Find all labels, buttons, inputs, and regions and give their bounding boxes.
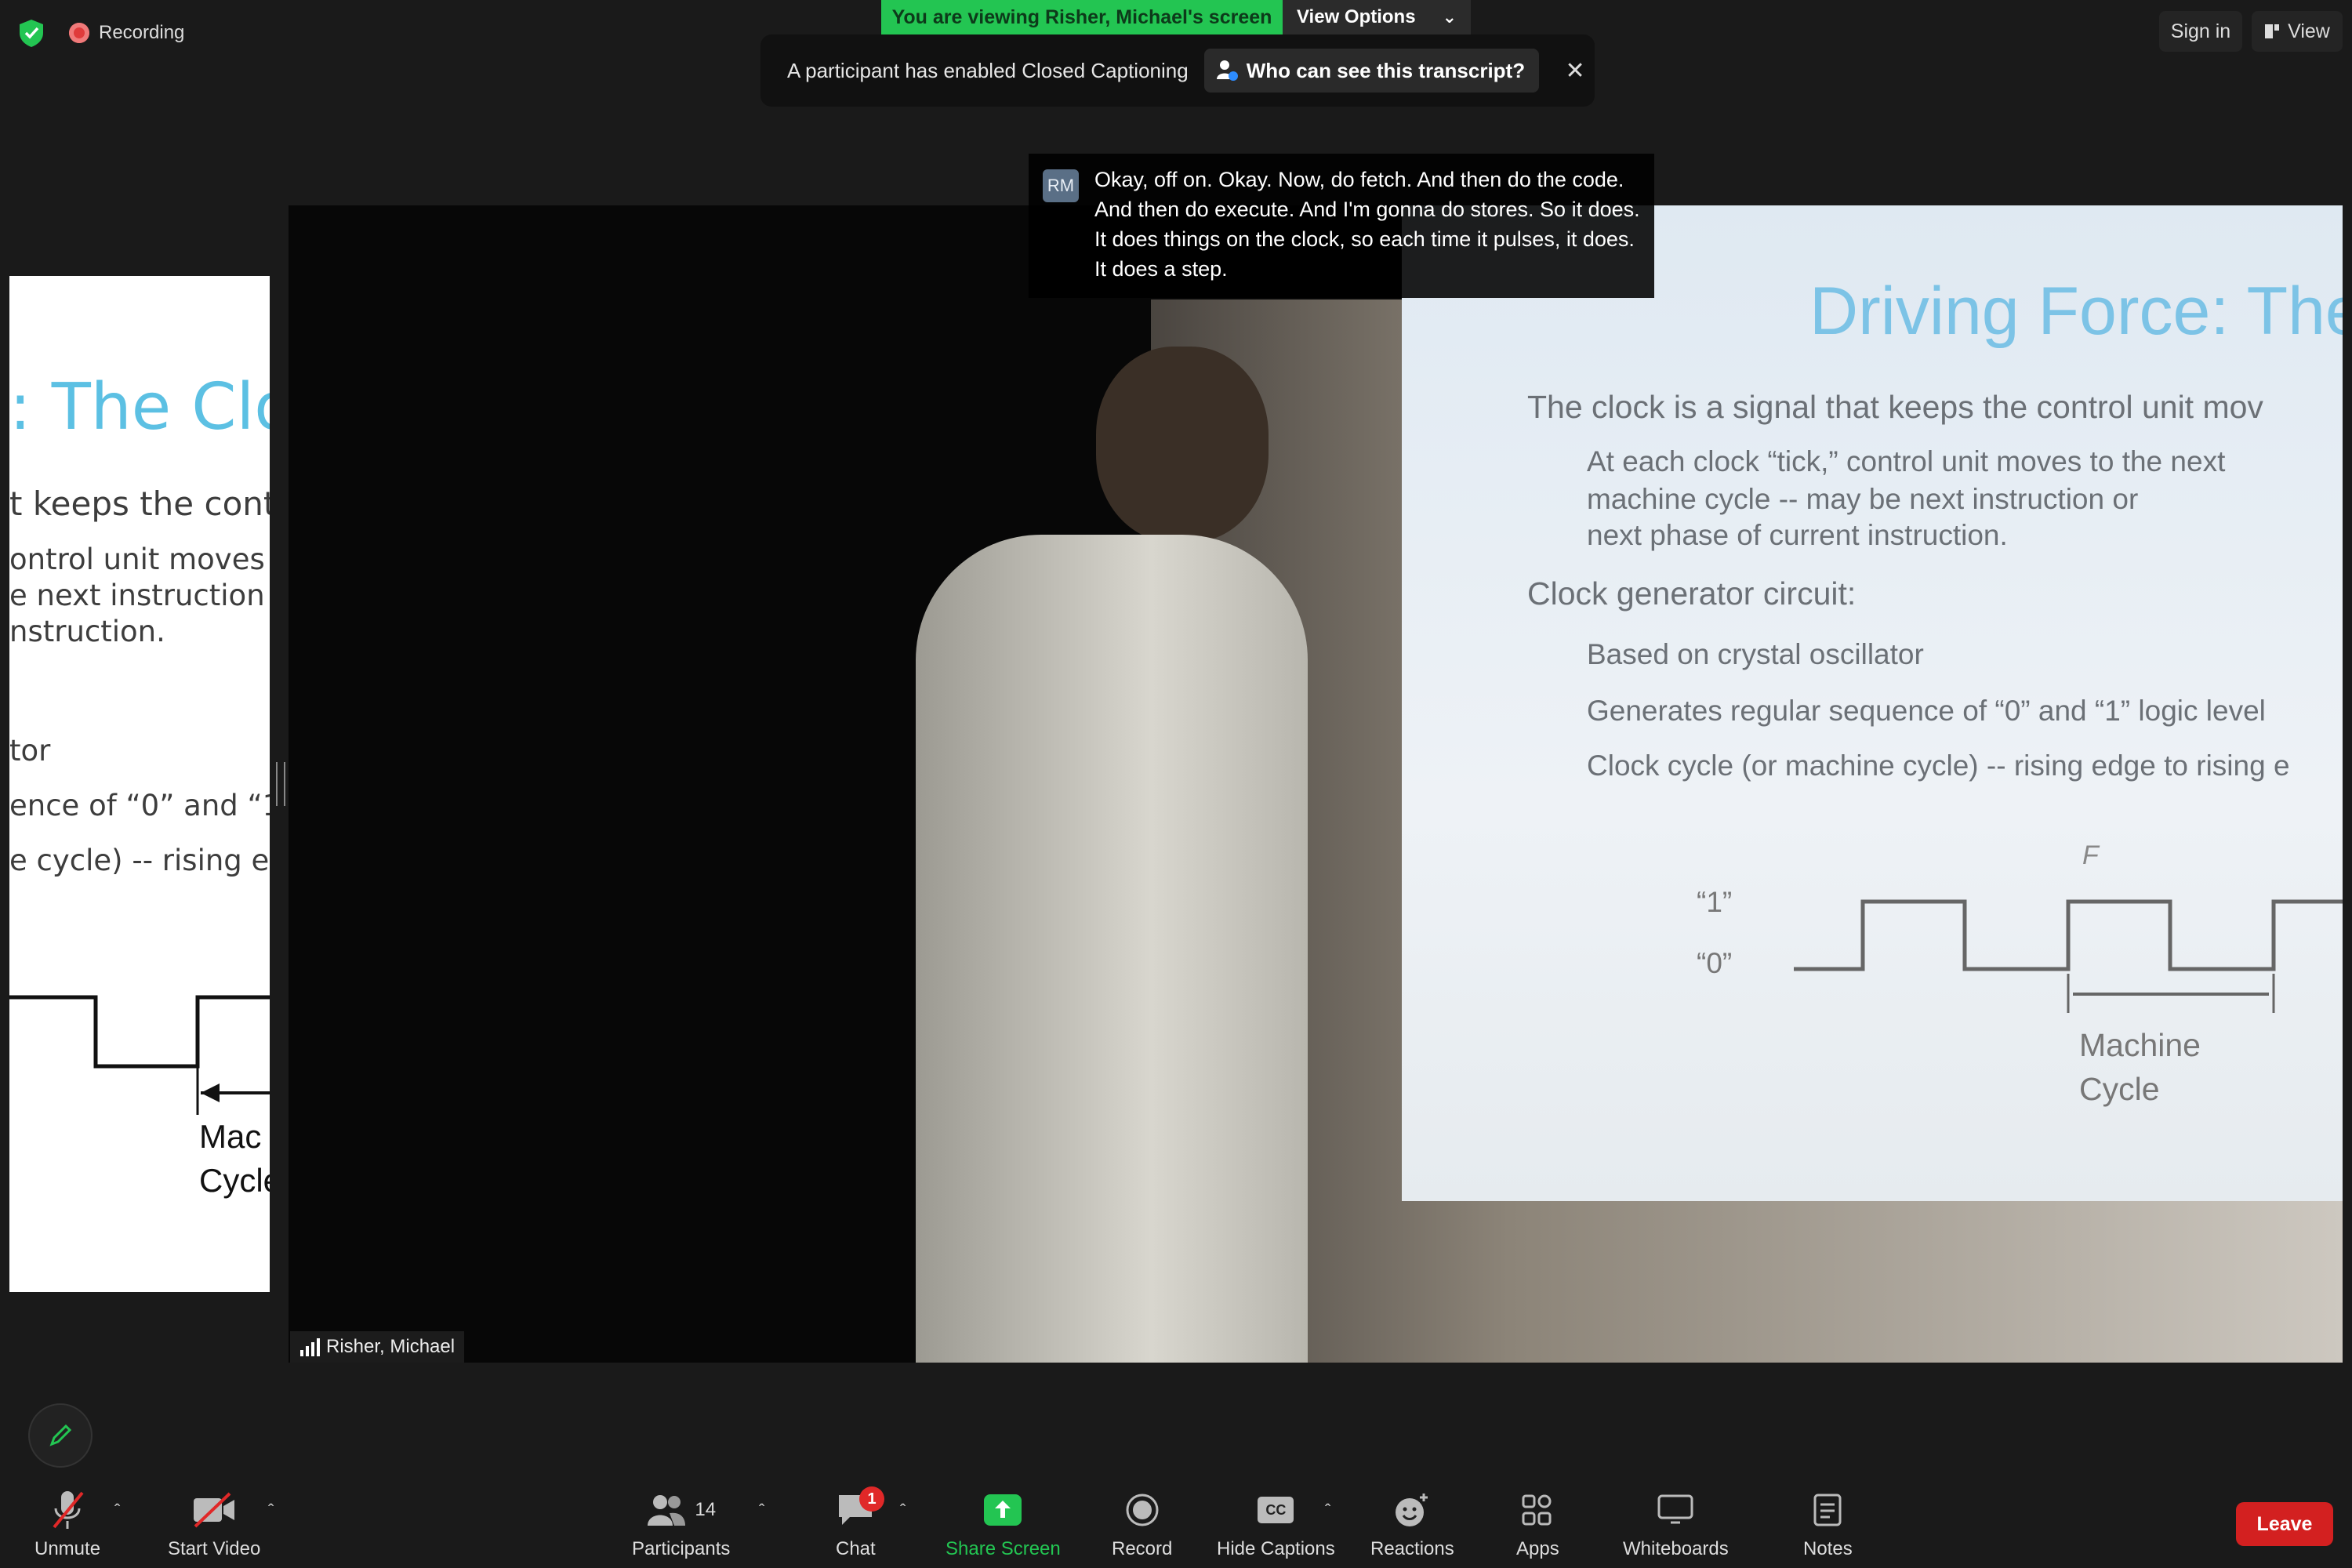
notes-icon [1813,1494,1842,1526]
security-shield-icon[interactable] [16,17,47,49]
slide-machine-label: Machine [2079,1027,2201,1063]
chevron-down-icon: ⌄ [1442,7,1457,27]
microphone-muted-icon [53,1491,84,1529]
reactions-button[interactable]: Reactions [1370,1486,1454,1560]
resize-handle[interactable] [276,762,285,806]
apps-icon [1522,1494,1552,1526]
sign-in-button[interactable]: Sign in [2159,11,2242,52]
shared-screen-thumbnail[interactable]: : The Clo t keeps the contro ontrol unit… [9,276,270,1292]
slide-text: Generates regular sequence of “0” and “1… [1587,695,2266,727]
participant-name-tag: Risher, Michael [290,1331,465,1363]
thumb-line: e next instruction o [9,579,270,612]
participants-count: 14 [695,1499,717,1520]
close-icon[interactable]: ✕ [1559,55,1591,86]
participants-button[interactable]: 14 Participants [632,1486,730,1560]
whiteboards-button[interactable]: Whiteboards [1623,1486,1729,1560]
slide-text: machine cycle -- may be next instruction… [1587,483,2139,515]
unmute-label: Unmute [34,1538,101,1559]
thumb-line: ontrol unit moves to [9,543,270,576]
captions-caret-icon[interactable]: ˆ [1325,1501,1330,1521]
participants-caret-icon[interactable]: ˆ [759,1501,764,1521]
main-video[interactable]: Driving Force: The Clock The clock is a … [289,205,2343,1363]
notes-button[interactable]: Notes [1803,1486,1853,1560]
whiteboards-label: Whiteboards [1623,1538,1729,1559]
share-screen-icon [984,1494,1022,1526]
recording-label: Recording [99,22,185,43]
audio-options-caret-icon[interactable]: ˆ [114,1501,120,1521]
slide-title: Driving Force: The Clock [1809,274,2343,349]
hide-captions-label: Hide Captions [1217,1538,1335,1559]
thumb-label: Cycle [199,1162,270,1199]
presenter-body [916,535,1308,1363]
thumb-line: tor [9,734,51,768]
slide-clock-waveform [1794,899,2343,1013]
share-screen-label: Share Screen [946,1538,1061,1559]
thumb-line: ence of “0” and “1 [9,789,270,822]
slide-cycle-label: Cycle [2079,1071,2160,1107]
whiteboard-icon [1657,1494,1693,1524]
hide-captions-button[interactable]: CC Hide Captions [1217,1486,1335,1560]
slide-text: Based on crystal oscillator [1587,638,1924,670]
notes-label: Notes [1803,1538,1853,1559]
recording-icon [69,23,89,43]
slide-zero-label: “0” [1697,947,1733,979]
participant-name: Risher, Michael [326,1336,456,1357]
speaker-avatar: RM [1043,169,1079,202]
presenter-head [1096,347,1269,543]
view-layout-icon [2265,24,2280,38]
chat-caret-icon[interactable]: ˆ [900,1501,906,1521]
slide-text: Clock generator circuit: [1527,575,1857,612]
thumb-label: Mac [199,1118,262,1155]
slide-text: next phase of current instruction. [1587,519,2008,551]
thumb-line: t keeps the contro [9,485,270,523]
thumb-line: e cycle) -- rising edg [9,844,270,877]
chat-unread-badge: 1 [859,1486,884,1512]
person-info-icon [1216,60,1238,81]
start-video-button[interactable]: Start Video [168,1486,260,1560]
slide-text: At each clock “tick,” control unit moves… [1587,445,2226,477]
view-options-label: View Options [1296,6,1416,27]
who-can-see-transcript-button[interactable]: Who can see this transcript? [1203,49,1540,93]
closed-caption-notice: A participant has enabled Closed Caption… [760,34,1595,107]
view-options-button[interactable]: View Options ⌄ [1283,0,1471,34]
chat-label: Chat [836,1538,876,1559]
view-button[interactable]: View [2252,11,2343,52]
slide-text: Clock cycle (or machine cycle) -- rising… [1587,750,2290,782]
record-icon [1126,1494,1159,1526]
viewing-banner: You are viewing Risher, Michael's screen [881,0,1283,34]
apps-label: Apps [1516,1538,1559,1559]
share-screen-button[interactable]: Share Screen [946,1486,1061,1560]
recording-indicator[interactable]: Recording [69,16,184,50]
apps-button[interactable]: Apps [1516,1486,1559,1560]
reactions-smiley-icon [1396,1494,1428,1526]
slide-one-label: “1” [1697,886,1733,918]
slide-text: The clock is a signal that keeps the con… [1527,389,2263,425]
cc-notice-text: A participant has enabled Closed Caption… [787,58,1189,82]
slide-handwritten-mark: F [2082,840,2099,870]
participants-label: Participants [632,1538,731,1559]
view-label: View [2288,20,2330,42]
live-caption: RM Okay, off on. Okay. Now, do fetch. An… [1029,154,1654,298]
unmute-button[interactable]: Unmute [34,1486,100,1560]
signal-strength-icon [300,1338,320,1356]
reactions-label: Reactions [1370,1538,1454,1559]
thumb-line: nstruction. [9,615,165,648]
leave-button[interactable]: Leave [2236,1502,2333,1546]
start-video-label: Start Video [168,1538,261,1559]
caption-text: Okay, off on. Okay. Now, do fetch. And t… [1094,168,1640,281]
thumb-slide-title: : The Clo [9,370,270,445]
annotate-button[interactable] [28,1403,93,1468]
video-options-caret-icon[interactable]: ˆ [268,1501,274,1521]
projector-screen: Driving Force: The Clock The clock is a … [1402,205,2343,1201]
who-can-see-label: Who can see this transcript? [1246,58,1526,82]
record-label: Record [1112,1538,1173,1559]
closed-captions-icon: CC [1258,1497,1294,1523]
video-camera-off-icon [194,1492,235,1528]
participants-icon [648,1495,686,1526]
record-button[interactable]: Record [1112,1486,1172,1560]
pencil-icon [49,1424,72,1446]
